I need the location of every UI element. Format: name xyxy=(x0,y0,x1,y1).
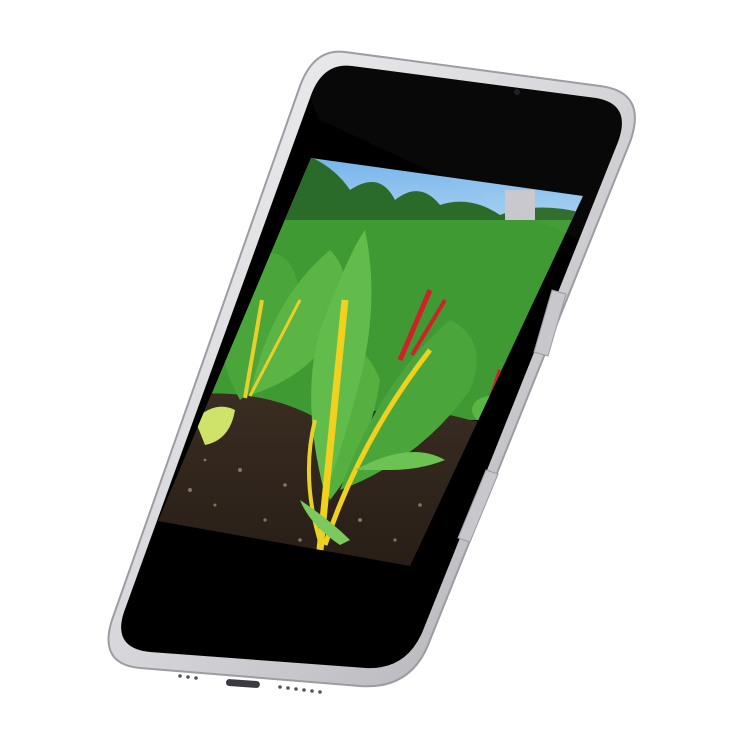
charging-port-icon xyxy=(225,679,260,688)
phone-illustration xyxy=(107,50,636,694)
product-shot xyxy=(0,0,750,750)
